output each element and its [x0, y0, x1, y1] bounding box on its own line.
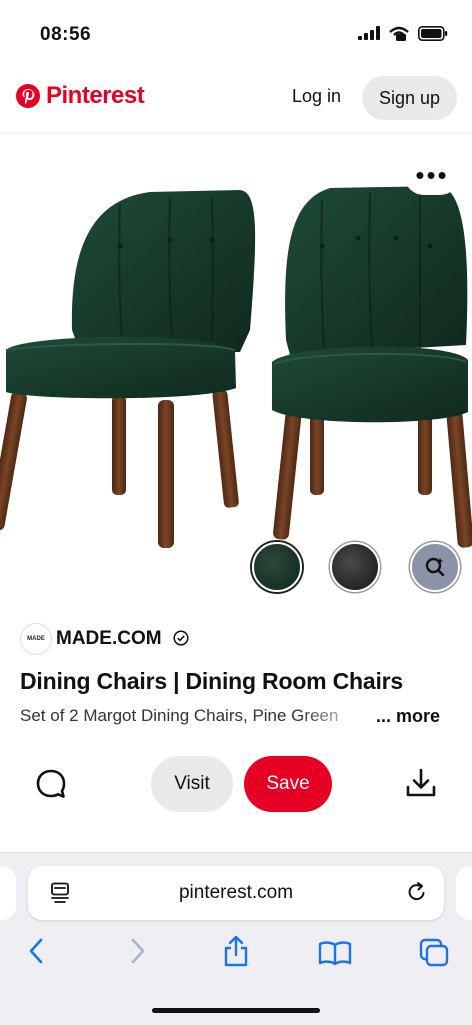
- right-chair: [272, 186, 472, 548]
- signal-icon: [358, 26, 380, 40]
- status-time: 08:56: [40, 24, 92, 45]
- pinterest-logo[interactable]: Pinterest: [16, 82, 145, 110]
- chairs-illustration: [0, 186, 472, 548]
- reload-icon[interactable]: [406, 881, 428, 903]
- share-icon[interactable]: [222, 934, 250, 968]
- url-text: pinterest.com: [178, 882, 294, 903]
- comment-icon[interactable]: [34, 767, 68, 801]
- back-icon[interactable]: [26, 936, 48, 966]
- vpn-icon: [389, 26, 409, 41]
- visual-search-button[interactable]: [410, 542, 460, 592]
- pin-image[interactable]: [0, 150, 472, 605]
- brand-name: Pinterest: [46, 82, 145, 109]
- next-tab-edge[interactable]: [456, 866, 472, 920]
- verified-check-icon: [173, 630, 189, 646]
- forward-icon[interactable]: [126, 936, 148, 966]
- more-link[interactable]: ... more: [376, 706, 440, 727]
- swatch-green[interactable]: [252, 542, 302, 592]
- more-options-button[interactable]: •••: [404, 155, 460, 195]
- pinterest-p-icon: [16, 84, 40, 108]
- save-button[interactable]: Save: [244, 756, 332, 812]
- header-divider: [0, 133, 472, 134]
- battery-icon: [418, 25, 448, 41]
- pin-description: Set of 2 Margot Dining Chairs, Pine Gree…: [20, 706, 339, 725]
- previous-tab-edge[interactable]: [0, 866, 16, 920]
- address-bar[interactable]: pinterest.com: [28, 866, 444, 920]
- source-name[interactable]: MADE.COM: [56, 628, 162, 650]
- left-chair: [0, 190, 256, 548]
- login-link[interactable]: Log in: [292, 86, 341, 107]
- status-icons: [358, 25, 448, 41]
- source-avatar[interactable]: MADE: [20, 623, 52, 655]
- signup-button[interactable]: Sign up: [362, 76, 457, 120]
- visit-button[interactable]: Visit: [151, 756, 233, 812]
- pin-title: Dining Chairs | Dining Room Chairs: [20, 668, 403, 694]
- tabs-icon[interactable]: [418, 938, 450, 968]
- swatch-black[interactable]: [330, 542, 380, 592]
- bookmarks-icon[interactable]: [318, 940, 352, 966]
- download-icon[interactable]: [404, 766, 438, 800]
- visual-search-icon: [425, 557, 445, 577]
- home-indicator[interactable]: [152, 1008, 320, 1013]
